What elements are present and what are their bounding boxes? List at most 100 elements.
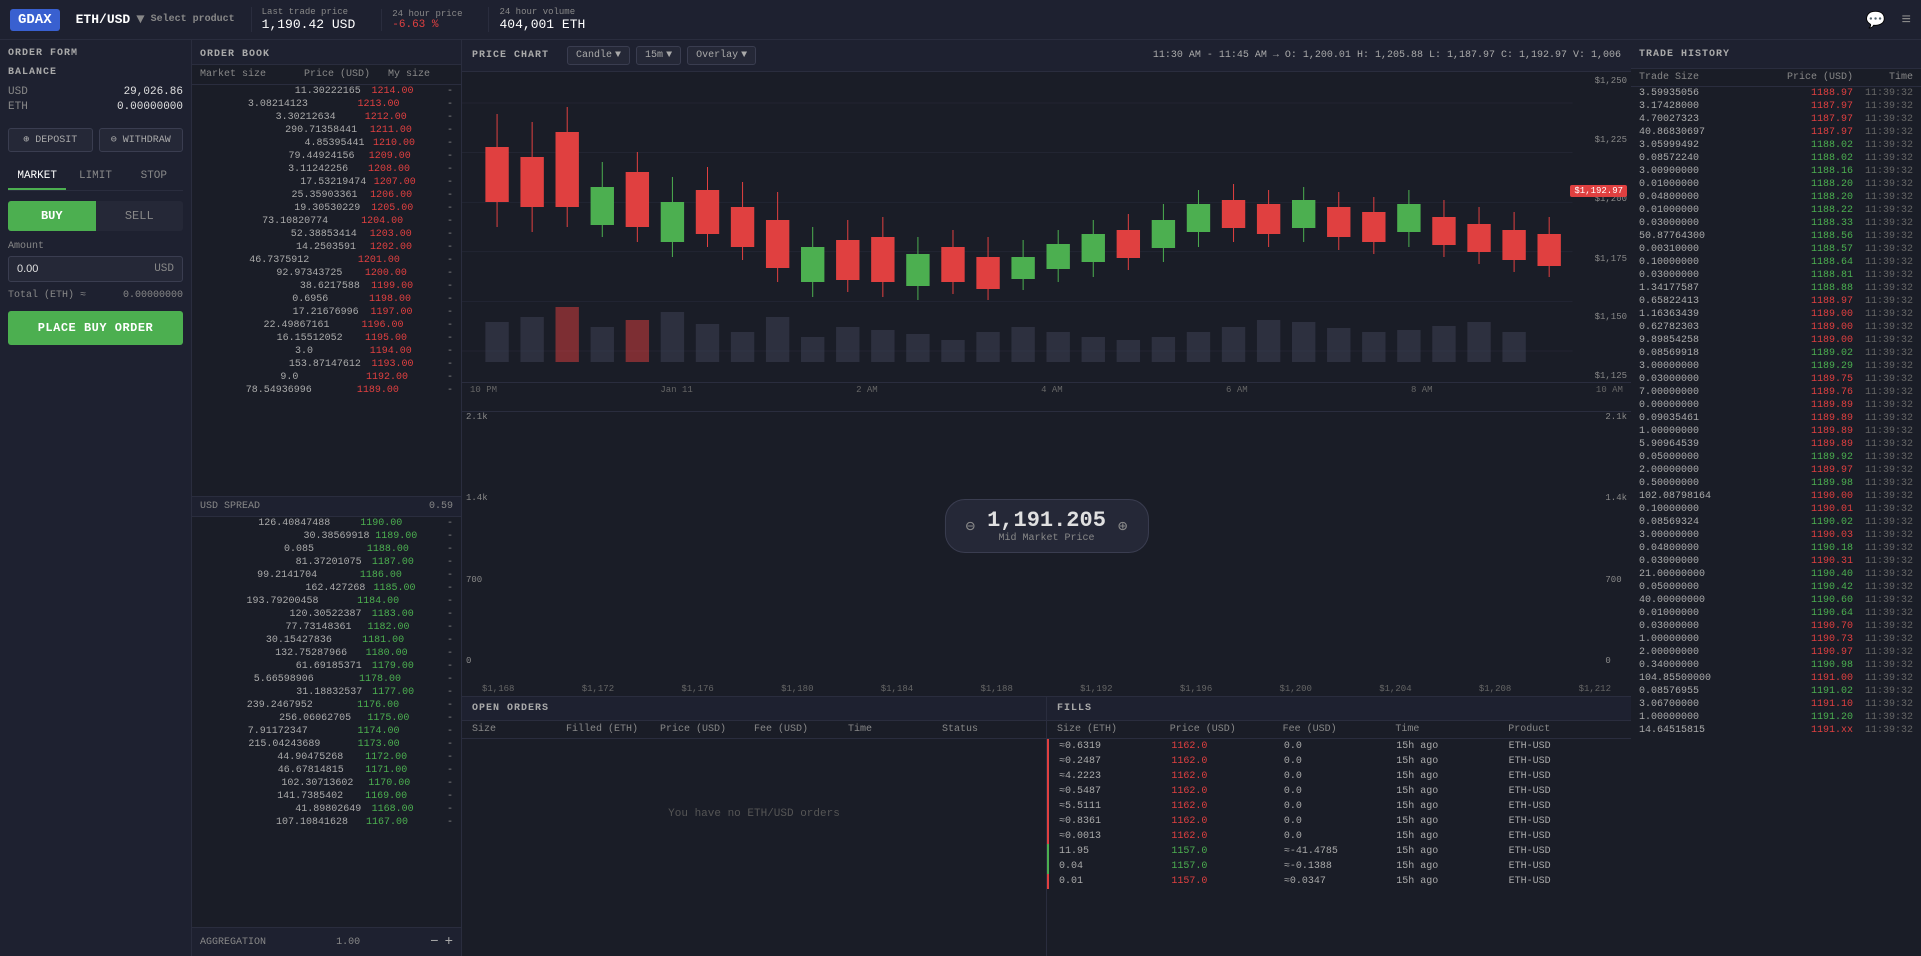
depth-x-1208: $1,208 [1479,684,1511,694]
order-book-ask-row[interactable]: 3.08214123 1213.00 - [192,98,461,111]
chart-time-range: 11:30 AM - 11:45 AM → [1153,50,1279,61]
order-book-bid-row[interactable]: 46.67814815 1171.00 - [192,764,461,777]
place-buy-button[interactable]: PLACE BUY ORDER [8,311,183,345]
depth-label-0-right: 0 [1605,656,1627,666]
order-book-ask-row[interactable]: 16.15512052 1195.00 - [192,332,461,345]
order-book-bid-row[interactable]: 81.37201075 1187.00 - [192,556,461,569]
depth-label-1.4k-right: 1.4k [1605,493,1627,503]
fills-row: ≈0.0013 1162.0 0.0 15h ago ETH-USD [1047,829,1631,844]
order-book-ask-row[interactable]: 22.49867161 1196.00 - [192,319,461,332]
agg-plus-button[interactable]: + [445,934,453,950]
order-book-bid-row[interactable]: 0.085 1188.00 - [192,543,461,556]
order-book-bid-row[interactable]: 41.89802649 1168.00 - [192,803,461,816]
tab-stop[interactable]: STOP [125,164,183,190]
order-book-bid-row[interactable]: 77.73148361 1182.00 - [192,621,461,634]
order-book-ask-row[interactable]: 19.30530229 1205.00 - [192,202,461,215]
order-book-bid-row[interactable]: 30.15427836 1181.00 - [192,634,461,647]
order-book-ask-row[interactable]: 17.21676996 1197.00 - [192,306,461,319]
trade-history-list: 3.59935056 1188.97 11:39:32 3.17428000 1… [1631,87,1921,956]
price-label-1225: $1,225 [1595,135,1627,145]
overlay-selector[interactable]: Overlay ▼ [687,46,756,65]
open-orders-empty: You have no ETH/USD orders [462,739,1046,889]
order-book-bid-row[interactable]: 256.06062705 1175.00 - [192,712,461,725]
order-book-bid-row[interactable]: 102.30713602 1170.00 - [192,777,461,790]
trade-history-row: 102.08798164 1190.00 11:39:32 [1631,490,1921,503]
trade-history-row: 40.00000000 1190.60 11:39:32 [1631,594,1921,607]
order-book-ask-row[interactable]: 92.97343725 1200.00 - [192,267,461,280]
order-book-bid-row[interactable]: 44.90475268 1172.00 - [192,751,461,764]
order-book-bid-row[interactable]: 141.7385402 1169.00 - [192,790,461,803]
order-book-ask-row[interactable]: 17.53219474 1207.00 - [192,176,461,189]
order-book-bid-row[interactable]: 5.66598906 1178.00 - [192,673,461,686]
tab-limit[interactable]: LIMIT [66,164,124,190]
order-book-bid-row[interactable]: 31.18832537 1177.00 - [192,686,461,699]
order-book-bid-row[interactable]: 120.30522387 1183.00 - [192,608,461,621]
order-book-ask-row[interactable]: 290.71358441 1211.00 - [192,124,461,137]
order-book-ask-row[interactable]: 0.6956 1198.00 - [192,293,461,306]
order-book-bid-row[interactable]: 215.04243689 1173.00 - [192,738,461,751]
trade-history-row: 1.00000000 1190.73 11:39:32 [1631,633,1921,646]
buy-tab[interactable]: BUY [8,201,96,231]
order-book-bid-row[interactable]: 193.79200458 1184.00 - [192,595,461,608]
agg-minus-button[interactable]: − [430,934,438,950]
nav-last-price: Last trade price 1,190.42 USD [251,7,366,32]
order-book-bid-row[interactable]: 7.91172347 1174.00 - [192,725,461,738]
order-book-bid-row[interactable]: 61.69185371 1179.00 - [192,660,461,673]
trade-history-row: 0.05000000 1189.92 11:39:32 [1631,451,1921,464]
nav-24h-change: 24 hour price -6.63 % [381,9,472,31]
fills-row: ≈5.5111 1162.0 0.0 15h ago ETH-USD [1047,799,1631,814]
depth-x-1200: $1,200 [1280,684,1312,694]
zoom-out-button[interactable]: ⊖ [965,516,975,536]
nav-right: 💬 ≡ [1865,10,1911,30]
trade-history-row: 0.08576955 1191.02 11:39:32 [1631,685,1921,698]
oo-col-fee: Fee (USD) [754,724,848,735]
order-book-ask-row[interactable]: 4.85395441 1210.00 - [192,137,461,150]
amount-input[interactable]: USD [8,256,183,282]
order-book-bid-row[interactable]: 99.2141704 1186.00 - [192,569,461,582]
chart-header: PRICE CHART Candle ▼ 15m ▼ Overlay ▼ 11:… [462,40,1631,72]
candle-selector[interactable]: Candle ▼ [567,46,630,65]
menu-icon[interactable]: ≡ [1901,11,1911,29]
order-book-bid-row[interactable]: 162.427268 1185.00 - [192,582,461,595]
order-book-bid-row[interactable]: 107.10841628 1167.00 - [192,816,461,829]
order-book-ask-row[interactable]: 79.44924156 1209.00 - [192,150,461,163]
order-book-ask-row[interactable]: 52.38853414 1203.00 - [192,228,461,241]
fills-list: ≈0.6319 1162.0 0.0 15h ago ETH-USD ≈0.24… [1047,739,1631,889]
order-book-ask-row[interactable]: 73.10820774 1204.00 - [192,215,461,228]
tab-market[interactable]: MARKET [8,164,66,190]
order-book-ask-row[interactable]: 11.30222165 1214.00 - [192,85,461,98]
order-book-ask-row[interactable]: 38.6217588 1199.00 - [192,280,461,293]
trade-history-row: 0.04800000 1188.20 11:39:32 [1631,191,1921,204]
order-book-ask-row[interactable]: 14.2503591 1202.00 - [192,241,461,254]
trade-history-header: TRADE HISTORY [1631,40,1921,69]
chart-high: H: 1,205.88 [1357,50,1423,61]
pair-selector[interactable]: ETH/USD ▼ Select product [76,12,235,28]
depth-y-labels-right: 2.1k 1.4k 700 0 [1605,412,1627,666]
order-book-ask-row[interactable]: 9.0 1192.00 - [192,371,461,384]
amount-field[interactable] [17,263,111,275]
order-book-bid-row[interactable]: 126.40847488 1190.00 - [192,517,461,530]
balance-section: BALANCE USD 29,026.86 ETH 0.00000000 [8,67,183,116]
timeframe-selector[interactable]: 15m ▼ [636,46,681,65]
order-book-ask-row[interactable]: 46.7375912 1201.00 - [192,254,461,267]
order-book-aggregation: AGGREGATION 1.00 − + [192,927,461,956]
chat-icon[interactable]: 💬 [1865,10,1885,30]
deposit-button[interactable]: ⊕ DEPOSIT [8,128,93,152]
candlestick-chart: $1,250 $1,225 $1,200 $1,192.97 $1,175 $1… [462,72,1631,412]
order-book-bid-row[interactable]: 30.38569918 1189.00 - [192,530,461,543]
zoom-in-button[interactable]: ⊕ [1118,516,1128,536]
order-book-ask-row[interactable]: 25.35903361 1206.00 - [192,189,461,202]
order-book-ask-row[interactable]: 3.30212634 1212.00 - [192,111,461,124]
order-form-title: ORDER FORM [8,48,183,59]
order-book-ask-row[interactable]: 153.87147612 1193.00 - [192,358,461,371]
fills-col-time: Time [1395,724,1508,735]
order-book-bid-row[interactable]: 239.2467952 1176.00 - [192,699,461,712]
fills-row: ≈0.6319 1162.0 0.0 15h ago ETH-USD [1047,739,1631,754]
order-book-ask-row[interactable]: 78.54936996 1189.00 - [192,384,461,397]
order-book-ask-row[interactable]: 3.0 1194.00 - [192,345,461,358]
order-book-bids: 126.40847488 1190.00 - 30.38569918 1189.… [192,517,461,928]
sell-tab[interactable]: SELL [96,201,184,231]
order-book-bid-row[interactable]: 132.75287966 1180.00 - [192,647,461,660]
withdraw-button[interactable]: ⊖ WITHDRAW [99,128,184,152]
order-book-ask-row[interactable]: 3.11242256 1208.00 - [192,163,461,176]
